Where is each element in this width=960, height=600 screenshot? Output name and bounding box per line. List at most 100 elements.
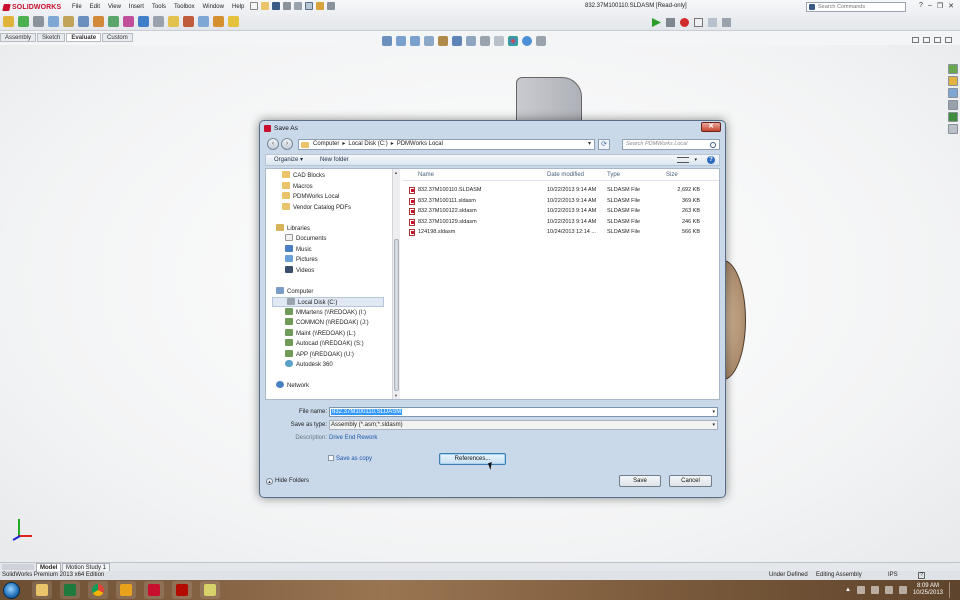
display-style-icon[interactable] — [480, 36, 490, 46]
snapshot-icon[interactable] — [213, 16, 224, 27]
nav-item-maint-drive[interactable]: Maint (\\REDOAK) (L:) — [285, 329, 356, 339]
nav-item-videos[interactable]: Videos — [285, 266, 314, 276]
edit-appearance-icon[interactable] — [508, 36, 518, 46]
breadcrumb-local-disk[interactable]: Local Disk (C:) — [348, 140, 387, 149]
taskbar-autodesk[interactable] — [200, 581, 220, 599]
linear-pattern-icon[interactable] — [48, 16, 59, 27]
scroll-down-icon[interactable]: ▼ — [394, 393, 398, 398]
open-icon[interactable] — [261, 2, 269, 10]
folder-search-input[interactable]: Search PDMWorks Local — [622, 139, 720, 150]
nav-item-documents[interactable]: Documents — [285, 234, 326, 244]
nav-item-mmartens-drive[interactable]: MMartens (\\REDOAK) (I:) — [285, 308, 366, 318]
design-library-icon[interactable] — [948, 76, 958, 86]
tray-expand-icon[interactable]: ▲ — [845, 587, 851, 593]
minimize-icon[interactable]: – — [928, 2, 932, 10]
cancel-button[interactable]: Cancel — [669, 475, 712, 487]
address-bar[interactable]: Computer ▸ Local Disk (C:) ▸ PDMWorks Lo… — [298, 139, 595, 150]
nav-item-autodesk-360[interactable]: Autodesk 360 — [285, 360, 333, 370]
insert-components-icon[interactable] — [18, 16, 29, 27]
file-row[interactable]: 124198.sldasm 10/24/2013 12:14 ... SLDAS… — [402, 227, 719, 237]
network-icon[interactable] — [884, 586, 893, 594]
smart-fasteners-icon[interactable] — [63, 16, 74, 27]
move-component-icon[interactable] — [78, 16, 89, 27]
scroll-up-icon[interactable]: ▲ — [394, 170, 398, 175]
explode-line-icon[interactable] — [183, 16, 194, 27]
new-macro-icon[interactable] — [694, 18, 703, 27]
nav-item-local-disk[interactable]: Local Disk (C:) — [272, 297, 384, 307]
select-icon[interactable] — [305, 2, 313, 10]
dialog-close-button[interactable]: ✕ — [701, 122, 721, 132]
nav-item-vendor-catalog[interactable]: Vendor Catalog PDFs — [282, 203, 351, 213]
doc-minimize-icon[interactable] — [912, 37, 919, 43]
instant3d-icon[interactable] — [198, 16, 209, 27]
assembly-features-icon[interactable] — [108, 16, 119, 27]
taskbar-acrobat[interactable] — [172, 581, 192, 599]
nav-item-network[interactable]: Network — [276, 381, 309, 391]
rebuild-icon[interactable] — [316, 2, 324, 10]
taskbar-chrome[interactable] — [88, 581, 108, 599]
large-assembly-icon[interactable] — [228, 16, 239, 27]
taskbar-explorer[interactable] — [32, 581, 52, 599]
view-palette-icon[interactable] — [948, 100, 958, 110]
menu-help[interactable]: Help — [228, 3, 248, 12]
menu-insert[interactable]: Insert — [125, 3, 148, 12]
zoom-in-out-icon[interactable] — [410, 36, 420, 46]
references-button[interactable]: References... — [439, 453, 506, 465]
bill-of-materials-icon[interactable] — [153, 16, 164, 27]
run-macro-icon[interactable] — [652, 18, 661, 27]
close-icon[interactable]: ✕ — [948, 2, 954, 10]
previous-view-icon[interactable] — [438, 36, 448, 46]
nav-item-pictures[interactable]: Pictures — [285, 255, 318, 265]
undo-icon[interactable] — [294, 2, 302, 10]
change-view-icon[interactable] — [677, 157, 689, 163]
appearances-icon[interactable] — [948, 112, 958, 122]
taskbar-solidworks[interactable] — [144, 581, 164, 599]
print-icon[interactable] — [283, 2, 291, 10]
breadcrumb-computer[interactable]: Computer — [313, 140, 339, 149]
hide-show-items-icon[interactable] — [494, 36, 504, 46]
doc-close-icon[interactable] — [945, 37, 952, 43]
section-view-icon[interactable] — [452, 36, 462, 46]
menu-window[interactable]: Window — [199, 3, 228, 12]
exploded-view-icon[interactable] — [168, 16, 179, 27]
address-dropdown-icon[interactable]: ▾ — [588, 140, 591, 149]
taskbar-outlook[interactable] — [116, 581, 136, 599]
doc-maximize-icon[interactable] — [934, 37, 941, 43]
save-as-copy-checkbox[interactable]: Save as copy — [328, 454, 372, 464]
tab-sketch[interactable]: Sketch — [37, 33, 66, 42]
file-name-input[interactable]: 832.37M100110.SLDASM ▾ — [329, 407, 718, 417]
tray-app-icon[interactable] — [856, 586, 865, 594]
nav-item-autocad-drive[interactable]: Autocad (\\REDOAK) (S:) — [285, 339, 364, 349]
tab-evaluate[interactable]: Evaluate — [66, 33, 102, 42]
resources-icon[interactable] — [948, 64, 958, 74]
apply-scene-icon[interactable] — [522, 36, 532, 46]
new-document-icon[interactable] — [250, 2, 258, 10]
checkbox-box[interactable] — [328, 455, 334, 461]
nav-item-app-drive[interactable]: APP (\\REDOAK) (U:) — [285, 350, 354, 360]
dialog-help-icon[interactable]: ? — [707, 156, 715, 164]
nav-item-cad-blocks[interactable]: CAD Blocks — [282, 171, 325, 181]
edit-component-icon[interactable] — [3, 16, 14, 27]
view-dropdown-icon[interactable]: ▾ — [694, 155, 697, 165]
nav-item-music[interactable]: Music — [285, 245, 312, 255]
save-as-type-select[interactable]: Assembly (*.asm;*.sldasm) ▾ — [329, 420, 718, 430]
taskbar-excel[interactable] — [60, 581, 80, 599]
flag-icon[interactable] — [870, 586, 879, 594]
nav-item-computer[interactable]: Computer — [276, 287, 313, 297]
hide-folders-button[interactable]: ▲ Hide Folders — [266, 476, 309, 486]
breadcrumb-separator[interactable]: ▸ — [342, 140, 345, 149]
doc-restore-icon[interactable] — [923, 37, 930, 43]
stop-macro-icon[interactable] — [666, 18, 675, 27]
save-button[interactable]: Save — [619, 475, 661, 487]
clock[interactable]: 8:09 AM 10/25/2013 — [913, 583, 943, 597]
search-commands-input[interactable]: Search Commands — [806, 2, 906, 12]
restore-icon[interactable]: ❐ — [937, 2, 943, 10]
volume-icon[interactable] — [898, 586, 907, 594]
solidworks-logo[interactable]: SOLIDWORKS — [2, 3, 61, 12]
file-row[interactable]: 832.37M100129.sldasm 10/22/2013 9:14 AM … — [402, 217, 719, 227]
tab-assembly[interactable]: Assembly — [0, 33, 37, 42]
file-explorer-icon[interactable] — [948, 88, 958, 98]
new-folder-button[interactable]: New folder — [320, 155, 349, 165]
column-date-modified[interactable]: Date modified — [547, 169, 584, 181]
show-hidden-icon[interactable] — [93, 16, 104, 27]
